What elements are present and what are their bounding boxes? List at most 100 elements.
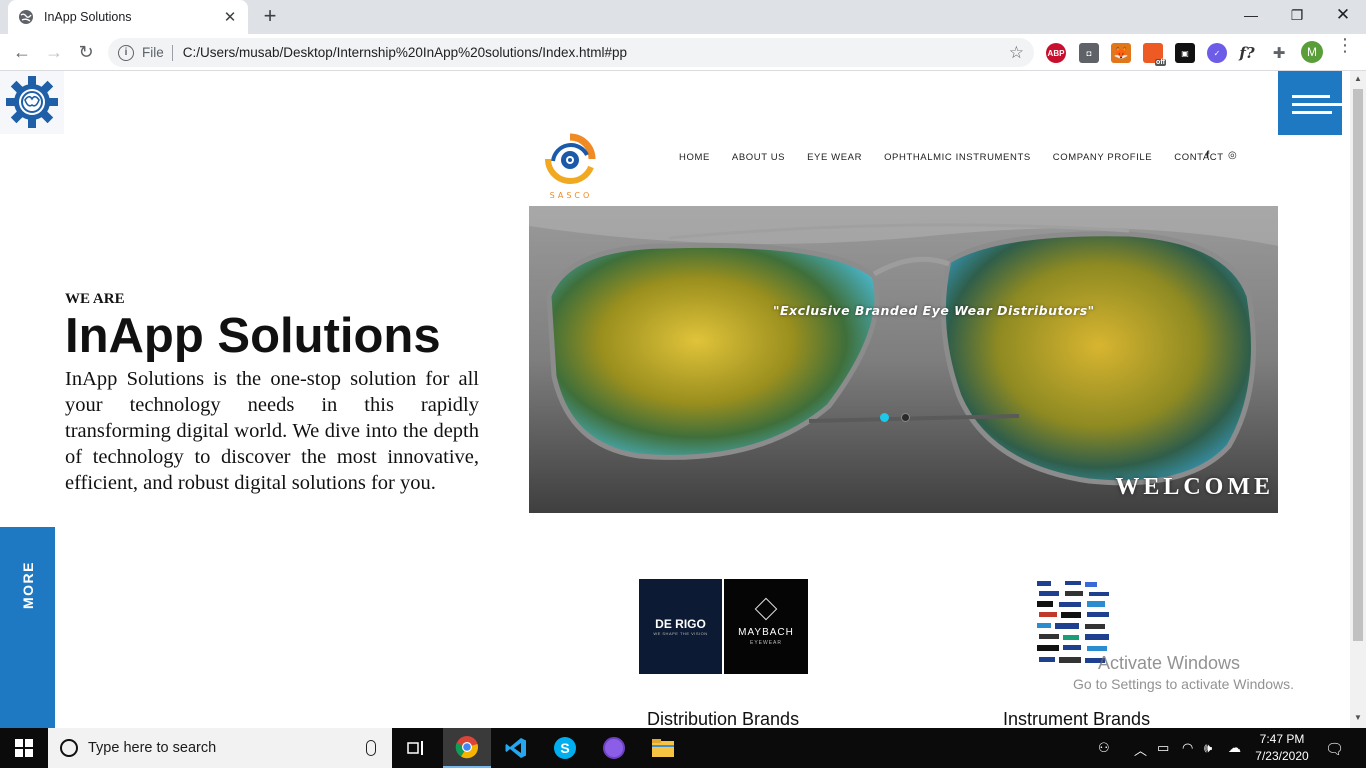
notion-extension-icon[interactable]: ▣ [1175,43,1195,63]
distribution-brands-caption[interactable]: Distribution Brands [647,709,799,728]
de-rigo-logo: DE RIGO WE SHAPE THE VISION [639,579,722,674]
show-hidden-icons-icon[interactable]: ︿ [1134,740,1147,759]
sunglasses-image [529,206,1278,513]
volume-icon[interactable]: 🕪 [1204,740,1212,756]
gear-logo-icon [6,76,58,128]
page-description: InApp Solutions is the one-stop solution… [65,368,479,494]
check-extension-icon[interactable]: ✓ [1207,43,1227,63]
microphone-icon[interactable] [366,740,376,756]
page-title: InApp Solutions [65,309,441,363]
onedrive-icon[interactable]: ☁ [1228,740,1241,756]
sasco-logo-text: SASCO [549,191,593,200]
maybach-logo: MAYBACH EYEWEAR [724,579,808,674]
skype-taskbar-icon[interactable]: S [541,728,589,768]
people-icon[interactable]: ⚇ [1098,740,1110,756]
site-nav: HOME ABOUT US EYE WEAR OPHTHALMIC INSTRU… [679,152,1246,163]
more-button[interactable]: MORE [0,527,55,728]
maybach-emblem-icon [754,597,778,621]
activate-windows-title: Activate Windows [1098,653,1241,673]
maybach-name: MAYBACH [738,627,794,638]
omnibox-separator [171,44,173,61]
web-page: WE ARE InApp Solutions InApp Solutions i… [0,71,1350,728]
bookmark-star-icon[interactable]: ☆ [1009,43,1024,63]
extensions-puzzle-icon[interactable]: ✚ [1269,43,1289,63]
folder-icon [652,739,674,757]
reload-icon[interactable]: ↻ [74,40,98,64]
new-tab-icon[interactable]: + [259,5,281,27]
metamask-extension-icon[interactable]: 🦊 [1111,43,1131,63]
nav-home[interactable]: HOME [679,152,710,163]
restore-icon[interactable]: ❐ [1274,0,1320,30]
forward-icon[interactable]: → [42,40,66,64]
instagram-icon[interactable]: ◎ [1228,150,1237,161]
off-extension-icon[interactable]: off [1143,43,1166,66]
browser-tab[interactable]: InApp Solutions ✕ [8,0,248,34]
chrome-taskbar-icon[interactable] [443,728,491,768]
nav-contact[interactable]: CONTACT [1174,152,1223,163]
we-are-label: WE ARE [65,291,125,307]
back-icon[interactable]: ← [10,40,34,64]
browser-menu-icon[interactable]: ⋮ [1335,36,1355,54]
profile-avatar[interactable]: M [1301,41,1323,63]
system-clock[interactable]: 7:47 PM 7/23/2020 [1252,731,1312,765]
scroll-up-icon[interactable]: ▲ [1354,75,1362,83]
minimize-icon[interactable]: — [1228,0,1274,30]
off-extension-label: off [1155,59,1166,66]
task-view-icon[interactable] [393,728,441,768]
site-info-icon[interactable]: i [118,44,134,61]
clock-time: 7:47 PM [1259,732,1305,746]
github-desktop-taskbar-icon[interactable] [590,728,638,768]
menu-line-icon [1292,111,1332,114]
taskbar-search-placeholder: Type here to search [88,740,217,756]
wifi-icon[interactable]: ◠ [1182,740,1193,756]
maybach-sub: EYEWEAR [749,640,782,646]
shield-extension-icon[interactable]: ◘ [1079,43,1099,63]
skype-icon: S [554,737,576,759]
instrument-brands-caption[interactable]: Instrument Brands [1003,709,1150,728]
browser-toolbar: ← → ↻ i File C:/Users/musab/Desktop/Inte… [0,34,1366,71]
menu-line-icon [1292,95,1330,98]
nav-company-profile[interactable]: COMPANY PROFILE [1053,152,1152,163]
vscode-icon [505,738,526,758]
hero-slider: "Exclusive Branded Eye Wear Distributors… [529,206,1278,513]
url-text[interactable]: C:/Users/musab/Desktop/Internship%20InAp… [183,45,1009,60]
tab-close-icon[interactable]: ✕ [222,8,238,26]
scroll-down-icon[interactable]: ▼ [1354,714,1362,722]
facebook-icon[interactable]: f [1206,150,1209,161]
scheme-label: File [142,45,164,60]
file-explorer-taskbar-icon[interactable] [639,728,687,768]
start-button[interactable] [0,728,48,768]
inapp-logo[interactable] [0,71,64,134]
hamburger-menu-button[interactable] [1278,71,1342,135]
slider-dot[interactable] [901,413,910,422]
window-close-icon[interactable]: ✕ [1320,0,1366,30]
action-center-icon[interactable]: 🗨 [1325,740,1344,758]
chrome-icon [455,736,479,759]
scrollbar-thumb[interactable] [1353,89,1363,641]
de-rigo-tagline: WE SHAPE THE VISION [653,631,708,636]
globe-icon [19,10,33,24]
adblock-extension-icon[interactable]: ABP [1046,43,1066,63]
vscode-taskbar-icon[interactable] [492,728,540,768]
page-scrollbar[interactable]: ▲ ▼ [1350,71,1366,728]
address-bar[interactable]: i File C:/Users/musab/Desktop/Internship… [108,38,1034,67]
windows-logo-icon [15,739,33,757]
distribution-brands-image[interactable]: DE RIGO WE SHAPE THE VISION MAYBACH EYEW… [639,579,808,674]
hero-heading: WELCOME [1115,474,1274,500]
tab-strip: InApp Solutions ✕ + — ❐ ✕ [0,0,1366,34]
formula-extension-icon[interactable]: f? [1237,43,1257,63]
de-rigo-name: DE RIGO [655,617,706,631]
menu-line-icon [1292,103,1342,106]
tab-title: InApp Solutions [44,10,132,24]
embedded-site-frame: SASCO HOME ABOUT US EYE WEAR OPHTHALMIC … [529,119,1278,728]
nav-about-us[interactable]: ABOUT US [732,152,785,163]
taskbar-search[interactable]: Type here to search [48,728,392,768]
more-label: MORE [20,561,36,609]
hero-tagline: "Exclusive Branded Eye Wear Distributors… [773,303,1095,318]
windows-taskbar: Type here to search S ⚇ ︿ ▭ ◠ 🕪 ☁ 7:47 P… [0,728,1366,768]
slider-dot-active[interactable] [880,413,889,422]
nav-eye-wear[interactable]: EYE WEAR [807,152,862,163]
github-desktop-icon [603,737,625,759]
nav-ophthalmic-instruments[interactable]: OPHTHALMIC INSTRUMENTS [884,152,1031,163]
battery-icon[interactable]: ▭ [1157,740,1169,756]
